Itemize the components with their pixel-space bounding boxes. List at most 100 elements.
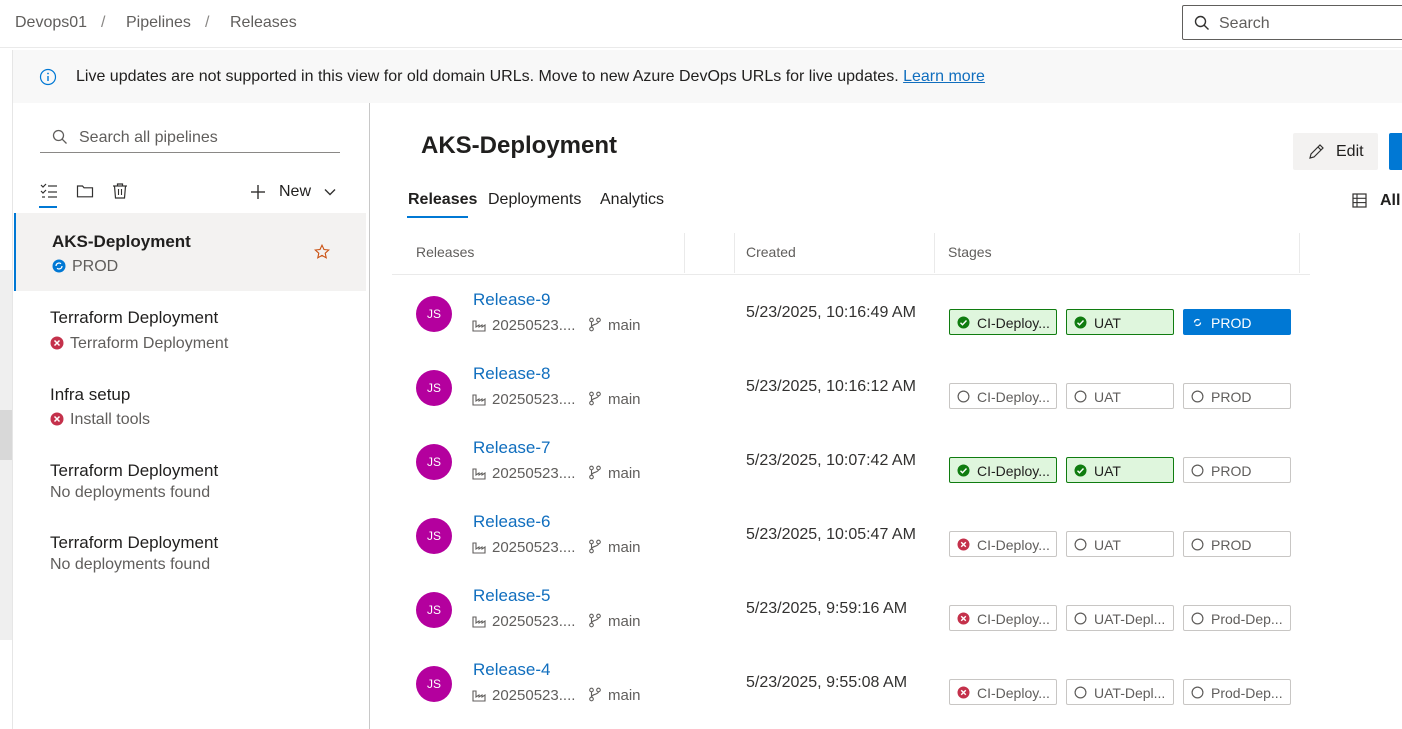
branch: main [588,317,641,334]
stage-notstarted[interactable]: PROD [1183,457,1291,483]
pipeline-status-text: Terraform Deployment [70,335,229,352]
not-started-icon [1074,612,1087,628]
stage-succeeded[interactable]: CI-Deploy... [949,457,1057,483]
pipeline-status-text: No deployments found [50,484,211,501]
pipeline-search-input[interactable]: Search all pipelines [40,125,340,153]
column-header-created[interactable]: Created [746,244,796,260]
branch-icon [589,391,601,406]
release-name-link[interactable]: Release-7 [473,438,551,458]
header-underline [392,274,1310,275]
stage-label: Prod-Dep... [1211,685,1283,701]
active-tab-indicator [407,216,468,218]
top-bar: Devops01 / Pipelines / Releases Search [0,0,1402,48]
stage-notstarted[interactable]: UAT [1066,383,1174,409]
active-view-indicator [39,206,57,208]
create-release-button[interactable] [1389,133,1402,170]
stage-label: UAT-Depl... [1094,685,1166,701]
column-header-stages[interactable]: Stages [948,244,992,260]
release-row[interactable]: JS Release-9 20250523.... main 5/23/2025, 10… [392,290,1310,364]
release-name-link[interactable]: Release-6 [473,512,551,532]
not-started-icon [1191,538,1204,554]
breadcrumb-releases[interactable]: Releases [230,14,297,32]
release-row[interactable]: JS Release-4 20250523.... main 5/23/2025, 9:… [392,660,1310,729]
pipeline-name: Infra setup [50,385,131,404]
branch-icon [589,687,601,702]
release-name-link[interactable]: Release-8 [473,364,551,384]
stage-notstarted[interactable]: UAT [1066,531,1174,557]
release-name-link[interactable]: Release-9 [473,290,551,310]
stage-succeeded[interactable]: CI-Deploy... [949,309,1057,335]
stage-notstarted[interactable]: PROD [1183,383,1291,409]
page-title: AKS-Deployment [421,132,618,159]
column-header-releases[interactable]: Releases [416,244,474,260]
stage-label: Prod-Dep... [1211,611,1283,627]
stage-failed[interactable]: CI-Deploy... [949,679,1057,705]
branch-name: main [608,613,641,630]
stage-succeeded[interactable]: UAT [1066,309,1174,335]
learn-more-link[interactable]: Learn more [903,68,985,85]
release-name-link[interactable]: Release-5 [473,586,551,606]
breadcrumb-devops01[interactable]: Devops01 [15,14,87,32]
release-row[interactable]: JS Release-6 20250523.... main 5/23/2025, 10… [392,512,1310,586]
pipeline-status-text: No deployments found [50,556,211,573]
stage-inprogress[interactable]: PROD [1183,309,1291,335]
stage-notstarted[interactable]: Prod-Dep... [1183,679,1291,705]
panel-divider[interactable] [369,103,370,729]
stage-label: CI-Deploy... [977,685,1050,701]
list-view-icon[interactable] [40,182,58,200]
pipeline-status: PROD [52,258,118,276]
stage-failed[interactable]: CI-Deploy... [949,605,1057,631]
release-meta: 20250523.... main [472,391,641,408]
pipeline-item-terraform-deployment[interactable]: Terraform Deployment No deployments foun… [14,443,366,515]
gutter-scroll-thumb[interactable] [0,410,12,460]
stage-succeeded[interactable]: UAT [1066,457,1174,483]
branch-name: main [608,391,641,408]
pipeline-item-terraform-deployment[interactable]: Terraform Deployment No deployments foun… [14,515,366,587]
stage-failed[interactable]: CI-Deploy... [949,531,1057,557]
release-row[interactable]: JS Release-5 20250523.... main 5/23/2025, 9:… [392,586,1310,660]
info-banner: Live updates are not supported in this v… [13,50,1402,103]
stage-notstarted[interactable]: UAT-Depl... [1066,679,1174,705]
pipeline-item-infra-setup[interactable]: Infra setup Install tools [14,367,366,443]
release-row[interactable]: JS Release-8 20250523.... main 5/23/2025, 10… [392,364,1310,438]
trash-icon[interactable] [111,182,129,200]
stage-notstarted[interactable]: Prod-Dep... [1183,605,1291,631]
edit-button[interactable]: Edit [1293,133,1378,170]
build-icon [472,320,486,332]
breadcrumb-pipelines[interactable]: Pipelines [126,14,191,32]
stage-notstarted[interactable]: UAT-Depl... [1066,605,1174,631]
build-icon [472,542,486,554]
view-filter-label: All [1380,192,1401,209]
succeeded-icon [957,464,970,480]
release-meta: 20250523.... main [472,465,641,482]
release-created-date: 5/23/2025, 10:16:12 AM [746,378,916,395]
search-icon [1194,15,1209,30]
table-view-icon [1352,193,1367,208]
release-meta: 20250523.... main [472,539,641,556]
stage-notstarted[interactable]: CI-Deploy... [949,383,1057,409]
pipeline-item-terraform-deployment[interactable]: Terraform Deployment Terraform Deploymen… [14,291,366,367]
favorite-star-icon[interactable] [314,244,330,260]
release-name-link[interactable]: Release-4 [473,660,551,680]
branch: main [588,465,641,482]
stage-notstarted[interactable]: PROD [1183,531,1291,557]
plus-icon [251,185,265,199]
tab-deployments[interactable]: Deployments [488,191,581,209]
release-meta: 20250523.... main [472,687,641,704]
release-created-date: 5/23/2025, 9:55:08 AM [746,674,908,691]
tab-releases[interactable]: Releases [408,191,477,209]
succeeded-icon [1074,316,1087,332]
column-separator [1299,233,1300,273]
stage-label: CI-Deploy... [977,463,1050,479]
pipeline-item-aks-deployment[interactable]: AKS-Deployment PROD [14,213,366,291]
release-row[interactable]: JS Release-7 20250523.... main 5/23/2025, 10… [392,438,1310,512]
failed-icon [957,538,970,554]
pipeline-search-placeholder: Search all pipelines [79,129,218,146]
pipeline-name: Terraform Deployment [50,308,219,327]
header-search-input[interactable]: Search [1182,5,1402,40]
not-started-icon [1074,538,1087,554]
avatar: JS [416,666,452,702]
in-progress-icon [52,259,66,273]
folder-icon[interactable] [76,182,94,200]
tab-analytics[interactable]: Analytics [600,191,664,209]
